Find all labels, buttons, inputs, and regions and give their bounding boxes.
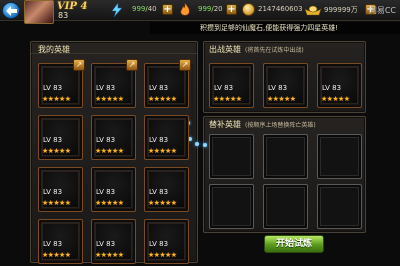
energy-current: 999 bbox=[198, 5, 212, 13]
drag-dot bbox=[195, 142, 199, 146]
hero-card[interactable]: LV 83 ★★★★★ bbox=[38, 219, 83, 264]
substitute-heroes-title: 替补英雄 bbox=[209, 120, 241, 129]
substitute-slot[interactable] bbox=[263, 134, 308, 179]
hero-stars: ★★★★★ bbox=[42, 199, 71, 207]
add-energy-button[interactable]: + bbox=[226, 4, 237, 15]
copper-value: 2147460603 bbox=[258, 5, 303, 13]
hero-stars: ★★★★★ bbox=[148, 95, 177, 103]
stamina-current: 999 bbox=[132, 5, 146, 13]
hero-stars: ★★★★★ bbox=[267, 95, 296, 103]
upgrade-arrow-icon: ↗ bbox=[73, 59, 85, 71]
substitute-heroes-hint: (按顺序上场替换阵亡英雄) bbox=[245, 122, 316, 129]
hero-stars: ★★★★★ bbox=[148, 147, 177, 155]
hero-stars: ★★★★★ bbox=[95, 95, 124, 103]
hero-stars: ★★★★★ bbox=[148, 199, 177, 207]
gold-ingot-icon bbox=[304, 5, 322, 16]
hero-stars: ★★★★★ bbox=[95, 199, 124, 207]
hero-stars: ★★★★★ bbox=[148, 251, 177, 259]
drag-dot bbox=[203, 143, 207, 147]
substitute-slot[interactable] bbox=[263, 184, 308, 229]
hero-card[interactable]: LV 83 ★★★★★ ↗ bbox=[38, 59, 85, 108]
lightning-icon bbox=[111, 3, 123, 17]
player-avatar[interactable] bbox=[24, 0, 54, 24]
hero-card[interactable]: LV 83 ★★★★★ bbox=[91, 167, 136, 212]
battle-heroes-title-row: 出战英雄 (将首先在试炼中出战) bbox=[209, 44, 304, 55]
hero-card[interactable]: LV 83 ★★★★★ bbox=[144, 167, 189, 212]
hero-level: LV 83 bbox=[149, 240, 169, 248]
hero-card[interactable]: LV 83 ★★★★★ ↗ bbox=[144, 59, 191, 108]
start-trial-button[interactable]: 开始试炼 bbox=[264, 235, 324, 253]
hero-level: LV 83 bbox=[322, 84, 342, 92]
hero-level: LV 83 bbox=[96, 136, 116, 144]
hero-level: LV 83 bbox=[149, 84, 169, 92]
hero-stars: ★★★★★ bbox=[95, 147, 124, 155]
hero-card[interactable]: LV 83 ★★★★★ bbox=[91, 219, 136, 264]
hero-card[interactable]: LV 83 ★★★★★ bbox=[263, 63, 308, 108]
hero-card[interactable]: LV 83 ★★★★★ bbox=[144, 115, 189, 160]
hero-stars: ★★★★★ bbox=[42, 251, 71, 259]
arrow-left-icon bbox=[6, 6, 17, 16]
hero-card[interactable]: LV 83 ★★★★★ ↗ bbox=[91, 59, 138, 108]
player-level: 83 bbox=[58, 11, 69, 20]
upgrade-arrow-icon: ↗ bbox=[126, 59, 138, 71]
flame-icon bbox=[180, 3, 190, 16]
hero-card[interactable]: LV 83 ★★★★★ bbox=[91, 115, 136, 160]
hero-level: LV 83 bbox=[214, 84, 234, 92]
upgrade-arrow-icon: ↗ bbox=[179, 59, 191, 71]
hero-level: LV 83 bbox=[268, 84, 288, 92]
add-stamina-button[interactable]: + bbox=[162, 4, 173, 15]
battle-heroes-title: 出战英雄 bbox=[209, 45, 241, 54]
hero-stars: ★★★★★ bbox=[95, 251, 124, 259]
substitute-slot[interactable] bbox=[317, 134, 362, 179]
hero-stars: ★★★★★ bbox=[321, 95, 350, 103]
hero-level: LV 83 bbox=[149, 136, 169, 144]
coin-icon bbox=[242, 3, 255, 16]
hero-level: LV 83 bbox=[96, 188, 116, 196]
hero-stars: ★★★★★ bbox=[42, 147, 71, 155]
hero-level: LV 83 bbox=[43, 136, 63, 144]
substitute-slot[interactable] bbox=[209, 134, 254, 179]
hero-level: LV 83 bbox=[96, 84, 116, 92]
hero-level: LV 83 bbox=[43, 188, 63, 196]
hero-card[interactable]: LV 83 ★★★★★ bbox=[38, 115, 83, 160]
hero-stars: ★★★★★ bbox=[213, 95, 242, 103]
my-heroes-scrollbar[interactable] bbox=[191, 64, 194, 254]
hero-card[interactable]: LV 83 ★★★★★ bbox=[317, 63, 362, 108]
battle-heroes-hint: (将首先在试炼中出战) bbox=[245, 47, 304, 54]
substitute-slot[interactable] bbox=[317, 184, 362, 229]
back-button[interactable] bbox=[2, 2, 20, 19]
hero-level: LV 83 bbox=[149, 188, 169, 196]
top-status-bar: VIP 4 83 999/40 + 999/20 + 2147460603 99… bbox=[0, 0, 400, 24]
hero-card[interactable]: LV 83 ★★★★★ bbox=[38, 167, 83, 212]
watermark-brand: 网易CC bbox=[368, 6, 396, 15]
notice-banner: 积攒到足够的仙魔石,便能获得强力四星英雄! bbox=[150, 22, 400, 34]
hero-stars: ★★★★★ bbox=[42, 95, 71, 103]
hero-level: LV 83 bbox=[96, 240, 116, 248]
hero-card[interactable]: LV 83 ★★★★★ bbox=[209, 63, 254, 108]
hero-card[interactable]: LV 83 ★★★★★ bbox=[144, 219, 189, 264]
gold-value: 999999万 bbox=[324, 6, 358, 14]
stamina-max: /40 bbox=[145, 5, 157, 13]
energy-max: /20 bbox=[211, 5, 223, 13]
stamina-value: 999/40 bbox=[132, 5, 157, 13]
my-heroes-title: 我的英雄 bbox=[38, 45, 70, 54]
hero-level: LV 83 bbox=[43, 84, 63, 92]
substitute-slot[interactable] bbox=[209, 184, 254, 229]
hero-level: LV 83 bbox=[43, 240, 63, 248]
energy-value: 999/20 bbox=[198, 5, 223, 13]
substitute-heroes-title-row: 替补英雄 (按顺序上场替换阵亡英雄) bbox=[209, 119, 316, 130]
